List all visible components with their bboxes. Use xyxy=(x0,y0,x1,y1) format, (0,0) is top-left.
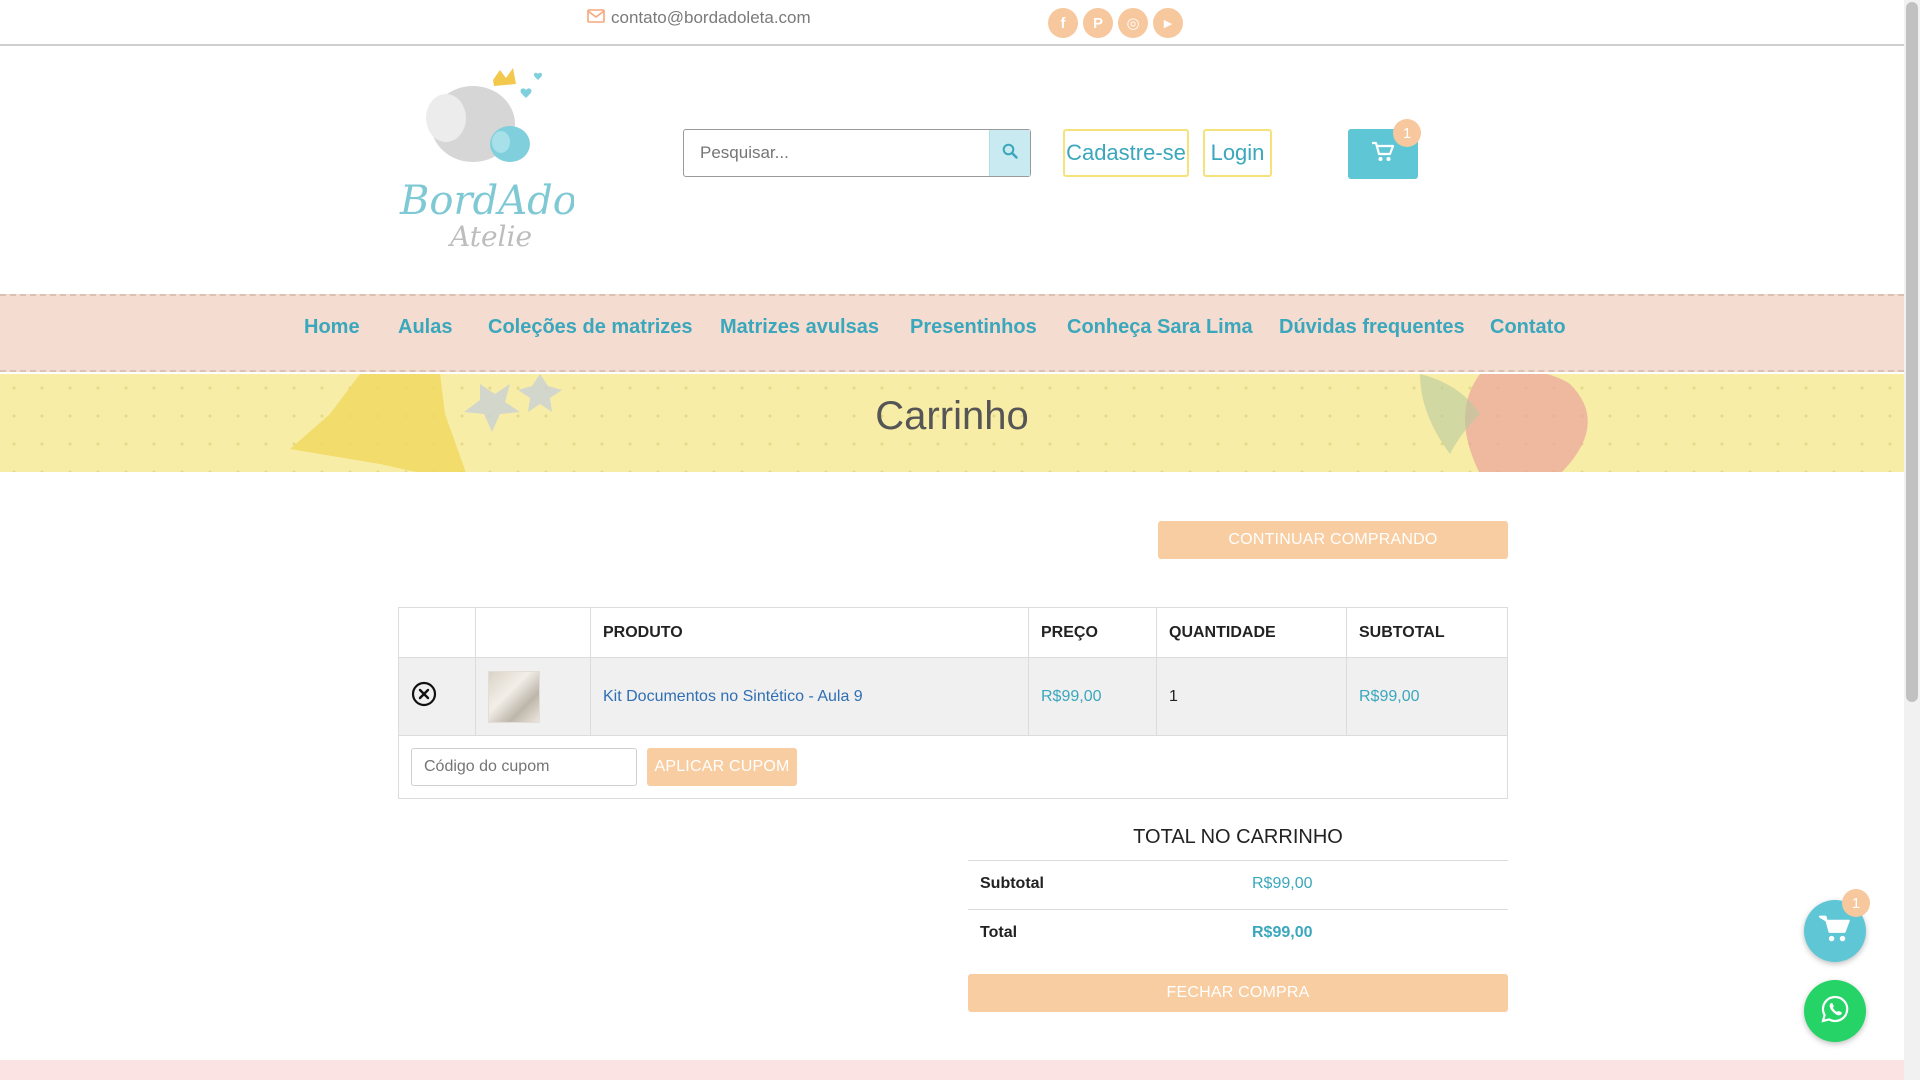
signup-button[interactable]: Cadastre-se xyxy=(1063,129,1189,177)
table-row: Kit Documentos no Sintético - Aula 9 R$9… xyxy=(398,657,1508,736)
column-quantity-header: QUANTIDADE xyxy=(1156,607,1347,658)
nav-item-colecoes[interactable]: Coleções de matrizes xyxy=(488,316,693,339)
logo-text: BordAdoleta xyxy=(399,178,574,224)
continue-shopping-button[interactable]: CONTINUAR COMPRANDO xyxy=(1158,521,1508,559)
product-subtotal: R$99,00 xyxy=(1359,687,1420,705)
nav-item-presentinhos[interactable]: Presentinhos xyxy=(910,316,1037,339)
column-subtotal-header: SUBTOTAL xyxy=(1346,607,1508,658)
search-icon xyxy=(1002,143,1018,164)
total-value: R$99,00 xyxy=(1252,924,1313,941)
subtotal-value: R$99,00 xyxy=(1252,875,1313,892)
product-link[interactable]: Kit Documentos no Sintético - Aula 9 xyxy=(603,688,863,705)
top-bar xyxy=(0,0,1904,46)
search-button[interactable] xyxy=(989,130,1030,176)
quantity-cell: 1 xyxy=(1156,657,1347,736)
nav-item-duvidas-frequentes[interactable]: Dúvidas frequentes xyxy=(1279,316,1465,339)
nav-item-matrizes-avulsas[interactable]: Matrizes avulsas xyxy=(720,316,879,339)
instagram-icon[interactable]: ◎ xyxy=(1118,8,1148,38)
product-price: R$99,00 xyxy=(1041,687,1102,705)
table-header-row: PRODUTO PREÇO QUANTIDADE SUBTOTAL xyxy=(398,607,1508,658)
product-thumbnail[interactable] xyxy=(488,670,540,723)
facebook-icon[interactable]: f xyxy=(1048,8,1078,38)
nav-item-home[interactable]: Home xyxy=(304,316,360,339)
checkout-button[interactable]: FECHAR COMPRA xyxy=(968,974,1508,1012)
whatsapp-icon xyxy=(1820,994,1850,1029)
coupon-code-input[interactable] xyxy=(411,748,637,786)
login-button[interactable]: Login xyxy=(1203,129,1272,177)
totals-divider xyxy=(968,909,1508,910)
youtube-icon[interactable]: ▶ xyxy=(1153,8,1183,38)
contact-email[interactable]: contato@bordadoleta.com xyxy=(587,8,811,28)
nav-item-contato[interactable]: Contato xyxy=(1490,316,1566,339)
floating-cart-count-badge: 1 xyxy=(1842,889,1870,917)
pinterest-icon[interactable]: P xyxy=(1083,8,1113,38)
totals-divider xyxy=(968,860,1508,861)
quantity-value[interactable]: 1 xyxy=(1169,688,1178,705)
subtotal-label: Subtotal xyxy=(980,875,1044,892)
column-remove-header xyxy=(398,607,476,658)
cart-totals-title: TOTAL NO CARRINHO xyxy=(1133,826,1343,848)
search-form xyxy=(683,129,1031,177)
cart-icon xyxy=(1371,141,1395,168)
logo-subtext: Atelie xyxy=(447,220,532,250)
page-title: Carrinho xyxy=(875,394,1029,438)
apply-coupon-button[interactable]: APLICAR CUPOM xyxy=(647,748,797,786)
footer-strip xyxy=(0,1060,1904,1080)
column-product-header: PRODUTO xyxy=(590,607,1029,658)
scrollbar-thumb[interactable] xyxy=(1906,2,1918,702)
nav-item-aulas[interactable]: Aulas xyxy=(398,316,452,339)
cart-table: PRODUTO PREÇO QUANTIDADE SUBTOTAL Kit Do… xyxy=(398,607,1508,799)
coupon-cell: APLICAR CUPOM xyxy=(398,735,1508,799)
nav-item-conheca-sara-lima[interactable]: Conheça Sara Lima xyxy=(1067,316,1253,339)
contact-email-text: contato@bordadoleta.com xyxy=(611,8,811,27)
whatsapp-button[interactable] xyxy=(1804,980,1866,1042)
header-cart-count-badge: 1 xyxy=(1393,119,1421,147)
cart-icon xyxy=(1818,914,1852,949)
coupon-row: APLICAR CUPOM xyxy=(398,735,1508,799)
remove-item-icon[interactable] xyxy=(411,681,437,712)
site-logo[interactable]: BordAdoleta Atelie xyxy=(398,62,653,253)
remove-cell xyxy=(398,657,476,736)
column-thumbnail-header xyxy=(475,607,591,658)
subtotal-cell: R$99,00 xyxy=(1346,657,1508,736)
column-price-header: PREÇO xyxy=(1028,607,1157,658)
product-cell: Kit Documentos no Sintético - Aula 9 xyxy=(590,657,1029,736)
thumbnail-cell xyxy=(475,657,591,736)
envelope-icon xyxy=(587,8,605,28)
price-cell: R$99,00 xyxy=(1028,657,1157,736)
search-input[interactable] xyxy=(684,130,989,176)
total-label: Total xyxy=(980,924,1018,941)
